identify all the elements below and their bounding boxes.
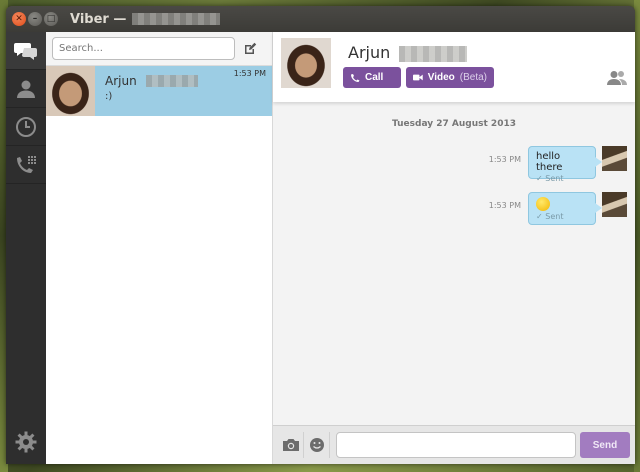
- chat-bubbles-icon: [14, 42, 37, 60]
- settings-button[interactable]: [6, 426, 46, 458]
- avatar: [46, 66, 95, 116]
- chat-pane: Arjun Call Video (Beta) Tuesday 27 Augus…: [273, 32, 635, 464]
- conversation-name: Arjun: [105, 74, 137, 88]
- conversation-item[interactable]: Arjun :) 1:53 PM: [46, 66, 272, 116]
- message-status: ✓ Sent: [536, 174, 564, 183]
- rail-item-dialpad[interactable]: [6, 146, 46, 184]
- message-composer: Send: [273, 425, 635, 464]
- rail-item-chats[interactable]: [6, 32, 46, 70]
- message-time: 1:53 PM: [488, 155, 521, 164]
- navigation-rail: [6, 32, 46, 464]
- date-separator: Tuesday 27 August 2013: [392, 119, 516, 129]
- viber-window: ✕ – □ Viber — Search... Arjun:) 1:53 PM…: [6, 6, 635, 464]
- video-camera-icon: [413, 74, 423, 81]
- phone-icon: [351, 73, 360, 82]
- camera-button[interactable]: [278, 432, 304, 458]
- window-close-button[interactable]: ✕: [12, 12, 26, 26]
- redacted-contact-surname: [399, 45, 468, 62]
- emoticon-button[interactable]: [304, 432, 330, 458]
- self-avatar: [602, 146, 627, 171]
- message-input[interactable]: [336, 432, 576, 458]
- conversation-list-panel: Arjun :) 1:53 PM: [46, 32, 273, 464]
- message-row: 1:53 PM hello there ✓ Sent: [488, 146, 627, 183]
- message-time: 1:53 PM: [488, 201, 521, 210]
- rail-item-contacts[interactable]: [6, 70, 46, 108]
- message-bubble[interactable]: hello there ✓ Sent: [528, 146, 602, 183]
- message-bubble[interactable]: ✓ Sent: [528, 192, 602, 225]
- group-contacts-icon: [607, 71, 627, 85]
- contact-name: Arjun: [348, 43, 391, 62]
- conversation-time: 1:53 PM: [233, 69, 266, 78]
- redacted-surname: [145, 74, 198, 87]
- video-label: Video: [427, 72, 455, 83]
- video-call-button[interactable]: Video (Beta): [406, 67, 494, 88]
- compose-icon[interactable]: [243, 42, 257, 56]
- redacted-title-text: [132, 13, 221, 25]
- contact-avatar[interactable]: [281, 38, 331, 88]
- camera-icon: [282, 439, 299, 451]
- chat-header: Arjun Call Video (Beta): [273, 32, 635, 102]
- window-minimize-button[interactable]: –: [28, 12, 42, 26]
- video-beta-label: (Beta): [459, 72, 487, 83]
- gear-icon: [15, 431, 37, 453]
- message-text: hello there: [536, 151, 563, 173]
- window-title: Viber —: [70, 11, 127, 27]
- window-maximize-button[interactable]: □: [44, 12, 58, 26]
- rail-item-recents[interactable]: [6, 108, 46, 146]
- titlebar: ✕ – □ Viber —: [6, 6, 635, 32]
- search-bar: [46, 32, 272, 66]
- contacts-icon: [17, 80, 35, 98]
- self-avatar: [602, 192, 627, 217]
- add-participant-button[interactable]: [607, 70, 627, 90]
- recents-clock-icon: [16, 116, 36, 137]
- smiley-icon: [309, 438, 324, 452]
- dialpad-icon: [17, 155, 36, 173]
- call-label: Call: [365, 72, 384, 83]
- message-row: 1:53 PM ✓ Sent: [489, 192, 627, 225]
- call-button[interactable]: Call: [343, 67, 401, 88]
- conversation-last-message: :): [105, 91, 113, 102]
- message-status: ✓ Sent: [536, 212, 564, 221]
- smiley-emoji-icon: [536, 197, 550, 211]
- send-button[interactable]: Send: [580, 432, 630, 458]
- search-input[interactable]: [52, 37, 235, 60]
